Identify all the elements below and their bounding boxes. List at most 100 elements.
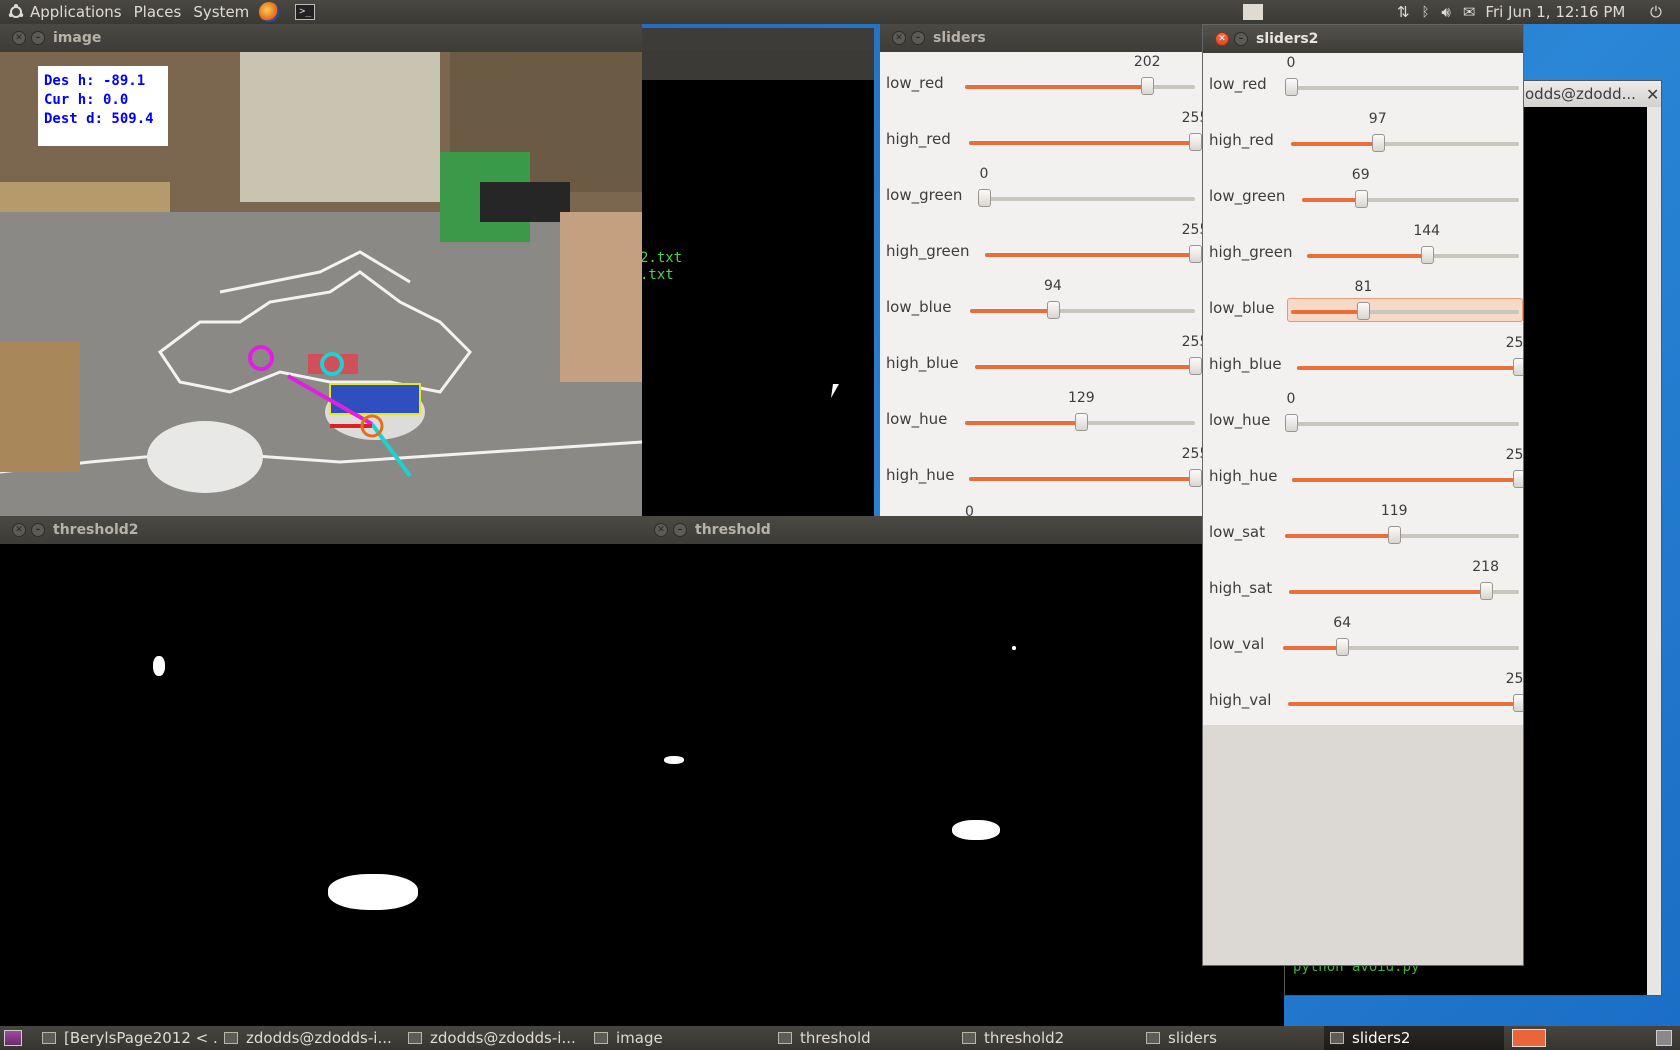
show-desktop-icon[interactable]: [4, 1030, 22, 1046]
slider-track[interactable]: [1291, 302, 1519, 320]
slider-track[interactable]: [969, 469, 1202, 487]
close-icon[interactable]: ✕: [12, 31, 26, 45]
slider-track[interactable]: [970, 301, 1195, 319]
firefox-launcher-icon[interactable]: [259, 2, 280, 22]
slider-track[interactable]: [975, 357, 1202, 375]
slider-handle[interactable]: [1046, 301, 1060, 319]
slider-track[interactable]: [1297, 358, 1523, 376]
slider-handle[interactable]: [1357, 302, 1371, 320]
threshold-window[interactable]: ✕ – threshold: [642, 516, 1284, 1026]
applications-menu[interactable]: Applications: [24, 0, 128, 24]
close-icon[interactable]: ✕: [892, 31, 906, 45]
slider-handle[interactable]: [1479, 582, 1493, 600]
minimize-icon[interactable]: –: [911, 31, 925, 45]
task-list: [BerylsPage2012 < ... zdodds@zdodds-i... z…: [36, 1026, 1504, 1050]
titlebar[interactable]: ✕ – sliders: [880, 24, 1202, 52]
taskbar-item[interactable]: zdodds@zdodds-i...: [402, 1026, 588, 1050]
slider-handle[interactable]: [1513, 694, 1523, 712]
slider-label: high_hue: [1209, 467, 1278, 485]
titlebar[interactable]: ✕ – image: [0, 24, 642, 52]
slider-value-partial: 0: [965, 504, 974, 516]
trash-icon[interactable]: [1656, 1030, 1672, 1046]
workspace-switcher[interactable]: [1512, 1029, 1546, 1047]
slider-handle[interactable]: [1285, 414, 1298, 432]
slider-value: 255: [1181, 446, 1202, 462]
slider-handle[interactable]: [1420, 246, 1434, 264]
titlebar[interactable]: ✕ – sliders2: [1203, 25, 1523, 53]
slider-track[interactable]: [1291, 134, 1519, 152]
titlebar[interactable]: ✕ – threshold2: [0, 516, 642, 544]
titlebar[interactable]: ✕ – threshold: [642, 516, 1284, 544]
sliders-window[interactable]: ✕ – sliders low_red 202 high_red 255 low_gre…: [880, 24, 1202, 516]
slider-handle[interactable]: [1075, 413, 1089, 431]
sliders2-window[interactable]: ✕ – sliders2 low_red 0 high_red 97 low_green…: [1202, 24, 1524, 966]
slider-track[interactable]: [965, 413, 1195, 431]
window-icon: [42, 1032, 56, 1044]
slider-value: 218: [1472, 559, 1499, 575]
mail-icon[interactable]: ✉: [1463, 3, 1476, 21]
taskbar-item[interactable]: threshold2: [956, 1026, 1140, 1050]
slider-handle[interactable]: [1513, 358, 1523, 376]
taskbar-item-label: threshold2: [984, 1029, 1065, 1047]
slider-track[interactable]: [1285, 78, 1519, 96]
bluetooth-icon[interactable]: ᛒ: [1422, 5, 1430, 20]
window-title: sliders2: [1256, 31, 1319, 47]
slider-handle[interactable]: [1388, 526, 1402, 544]
slider-handle[interactable]: [1285, 78, 1298, 96]
terminal-launcher-icon[interactable]: >_: [295, 4, 316, 20]
network-icon[interactable]: ⇅: [1397, 3, 1410, 21]
taskbar-item[interactable]: sliders2: [1324, 1026, 1504, 1050]
minimize-icon[interactable]: –: [31, 31, 45, 45]
minimize-icon[interactable]: –: [1234, 32, 1248, 46]
slider-track[interactable]: [965, 77, 1195, 95]
slider-handle[interactable]: [1354, 190, 1368, 208]
slider-track[interactable]: [1285, 526, 1519, 544]
slider-track[interactable]: [1285, 414, 1519, 432]
slider-handle[interactable]: [1371, 134, 1385, 152]
ubuntu-logo-icon[interactable]: [8, 4, 24, 20]
window-title: threshold: [695, 522, 771, 538]
power-icon[interactable]: ⏻: [1650, 3, 1662, 21]
slider-track[interactable]: [1292, 470, 1523, 488]
slider-track[interactable]: [978, 189, 1195, 207]
slider-handle[interactable]: [1189, 469, 1202, 487]
slider-track[interactable]: [1307, 246, 1519, 264]
close-icon[interactable]: ✕: [1215, 32, 1229, 46]
taskbar-item[interactable]: zdodds@zdodds-i...: [218, 1026, 402, 1050]
slider-track[interactable]: [985, 245, 1202, 263]
slider-handle[interactable]: [978, 189, 991, 207]
slider-handle[interactable]: [1189, 133, 1202, 151]
close-tab-icon[interactable]: ✕: [1646, 85, 1659, 104]
terminal-line: .txt: [640, 267, 674, 283]
volume-icon[interactable]: 🔊︎: [1441, 3, 1450, 21]
system-menu[interactable]: System: [187, 0, 255, 24]
slider-handle[interactable]: [1189, 357, 1202, 375]
slider-track[interactable]: [969, 133, 1202, 151]
taskbar-item[interactable]: image: [588, 1026, 772, 1050]
terminal-scrollbar[interactable]: [1647, 107, 1661, 995]
slider-handle[interactable]: [1336, 638, 1350, 656]
slider-fill: [965, 85, 1148, 89]
screen-recorder-icon[interactable]: [1243, 4, 1263, 20]
clock[interactable]: Fri Jun 1, 12:16 PM: [1485, 3, 1625, 21]
slider-handle[interactable]: [1513, 470, 1523, 488]
slider-value: 119: [1380, 503, 1408, 519]
places-menu[interactable]: Places: [128, 0, 188, 24]
slider-row-high-hue: high_hue 255: [880, 444, 1202, 500]
close-icon[interactable]: ✕: [654, 523, 668, 537]
slider-handle[interactable]: [1141, 77, 1155, 95]
minimize-icon[interactable]: –: [31, 523, 45, 537]
close-icon[interactable]: ✕: [12, 523, 26, 537]
slider-handle[interactable]: [1189, 245, 1202, 263]
slider-track[interactable]: [1283, 638, 1519, 656]
slider-row-high-hue: high_hue 255: [1203, 445, 1523, 501]
taskbar-item[interactable]: [BerylsPage2012 < ...: [36, 1026, 218, 1050]
slider-track[interactable]: [1289, 582, 1519, 600]
image-window[interactable]: ✕ – image Des h: -89.1 Cur h: 0.0 Dest d…: [0, 24, 642, 516]
slider-track[interactable]: [1302, 190, 1519, 208]
minimize-icon[interactable]: –: [673, 523, 687, 537]
taskbar-item[interactable]: sliders: [1140, 1026, 1324, 1050]
threshold2-window[interactable]: ✕ – threshold2: [0, 516, 642, 1026]
taskbar-item[interactable]: threshold: [772, 1026, 956, 1050]
slider-track[interactable]: [1288, 694, 1523, 712]
